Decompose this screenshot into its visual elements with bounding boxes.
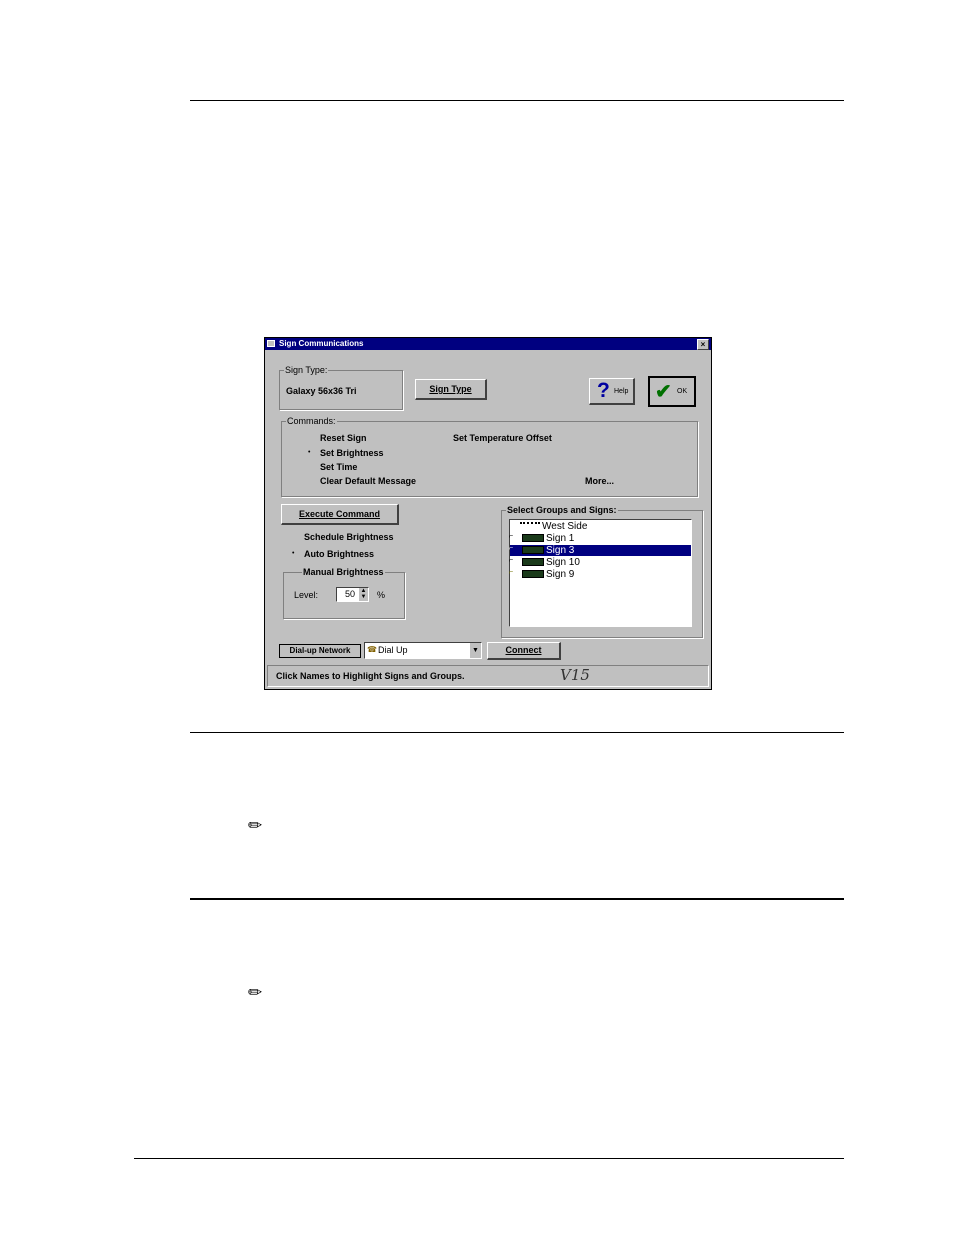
ok-button-label: OK (677, 388, 688, 395)
footer-rule (134, 1158, 844, 1159)
sign-icon (522, 534, 544, 543)
sign-type-value: Galaxy 56x36 Tri (286, 386, 357, 396)
mid-rule-2 (190, 898, 844, 900)
list-item[interactable]: ⌐ Sign 10 (509, 557, 580, 568)
pencil-icon: ✏ (248, 816, 263, 835)
help-button[interactable]: ? Help (589, 378, 635, 405)
app-icon (267, 340, 275, 347)
connect-button[interactable]: Connect (487, 642, 561, 660)
dialog-title: Sign Communications (279, 339, 364, 348)
network-select-value: Dial Up (378, 645, 408, 655)
tree-line-icon: ⌐ (509, 557, 514, 564)
level-spinner[interactable]: 50 ▲ ▼ (336, 587, 369, 602)
top-rule (190, 100, 844, 101)
sign-type-button-label: Sign Type (429, 384, 472, 394)
commands-legend: Commands: (286, 415, 337, 427)
select-groups-legend: Select Groups and Signs: (506, 504, 618, 516)
pencil-icon: ✏ (248, 983, 263, 1002)
chevron-down-icon[interactable]: ▼ (470, 643, 481, 658)
spin-arrows-icon[interactable]: ▲ ▼ (359, 588, 368, 601)
handwritten-note: V15 (560, 666, 590, 684)
more-link[interactable]: More... (585, 475, 614, 487)
execute-command-label: Execute Command (298, 509, 381, 519)
list-item[interactable]: ⌐ Sign 3 (509, 545, 691, 556)
groups-signs-list[interactable]: West Side ⌐ Sign 1 ⌐ Sign 3 ⌐ Sign 10 ⌐ … (509, 519, 692, 627)
sign-type-legend: Sign Type: (284, 364, 329, 376)
commands-group: Commands: Reset Sign • Set Brightness Se… (281, 415, 698, 497)
level-value: 50 (345, 589, 356, 599)
command-set-time[interactable]: Set Time (320, 461, 357, 473)
sign-type-group: Sign Type: Galaxy 56x36 Tri (279, 364, 403, 410)
schedule-brightness-option[interactable]: Schedule Brightness (304, 531, 394, 543)
list-item[interactable]: ⌐ Sign 1 (509, 533, 574, 544)
connect-button-label: Connect (505, 645, 542, 655)
sign-icon (522, 546, 544, 555)
manual-brightness-legend[interactable]: Manual Brightness (302, 566, 385, 578)
tree-line-icon: ⌐ (509, 545, 514, 552)
status-text: Click Names to Highlight Signs and Group… (276, 671, 465, 681)
mid-rule-1 (190, 732, 844, 733)
sign-type-button[interactable]: Sign Type (415, 379, 487, 400)
network-select[interactable]: ☎ Dial Up ▼ (364, 642, 482, 659)
phone-icon: ☎ (367, 645, 377, 654)
list-item[interactable]: West Side (520, 521, 587, 532)
execute-command-button[interactable]: Execute Command (281, 504, 399, 525)
command-clear-default-message[interactable]: Clear Default Message (320, 475, 416, 487)
checkmark-icon: ✔ (655, 381, 672, 403)
question-icon: ? (597, 379, 610, 402)
status-bar: Click Names to Highlight Signs and Group… (267, 665, 709, 687)
command-reset-sign[interactable]: Reset Sign (320, 432, 367, 444)
level-unit: % (377, 590, 386, 600)
help-button-label: Help (614, 388, 629, 395)
sign-communications-dialog: Sign Communications × Sign Type: Galaxy … (264, 337, 712, 690)
sign-icon (522, 558, 544, 567)
selected-bullet: • (308, 449, 311, 456)
tree-line-icon: ⌐ (509, 569, 514, 576)
selected-bullet: • (292, 550, 295, 557)
command-set-brightness[interactable]: Set Brightness (320, 447, 384, 459)
list-item[interactable]: ⌐ Sign 9 (509, 569, 574, 580)
tree-line-icon: ⌐ (509, 533, 514, 540)
ok-button[interactable]: ✔ OK (648, 376, 696, 407)
close-button[interactable]: × (697, 339, 709, 350)
level-label: Level: (294, 590, 319, 600)
manual-brightness-group: Manual Brightness Level: 50 ▲ ▼ % (283, 566, 405, 619)
command-set-temperature-offset[interactable]: Set Temperature Offset (453, 432, 552, 444)
group-icon (520, 522, 540, 530)
sign-icon (522, 570, 544, 579)
dial-up-network-label: Dial-up Network (279, 644, 361, 658)
dialog-titlebar: Sign Communications × (265, 338, 711, 350)
auto-brightness-option[interactable]: Auto Brightness (304, 548, 374, 560)
